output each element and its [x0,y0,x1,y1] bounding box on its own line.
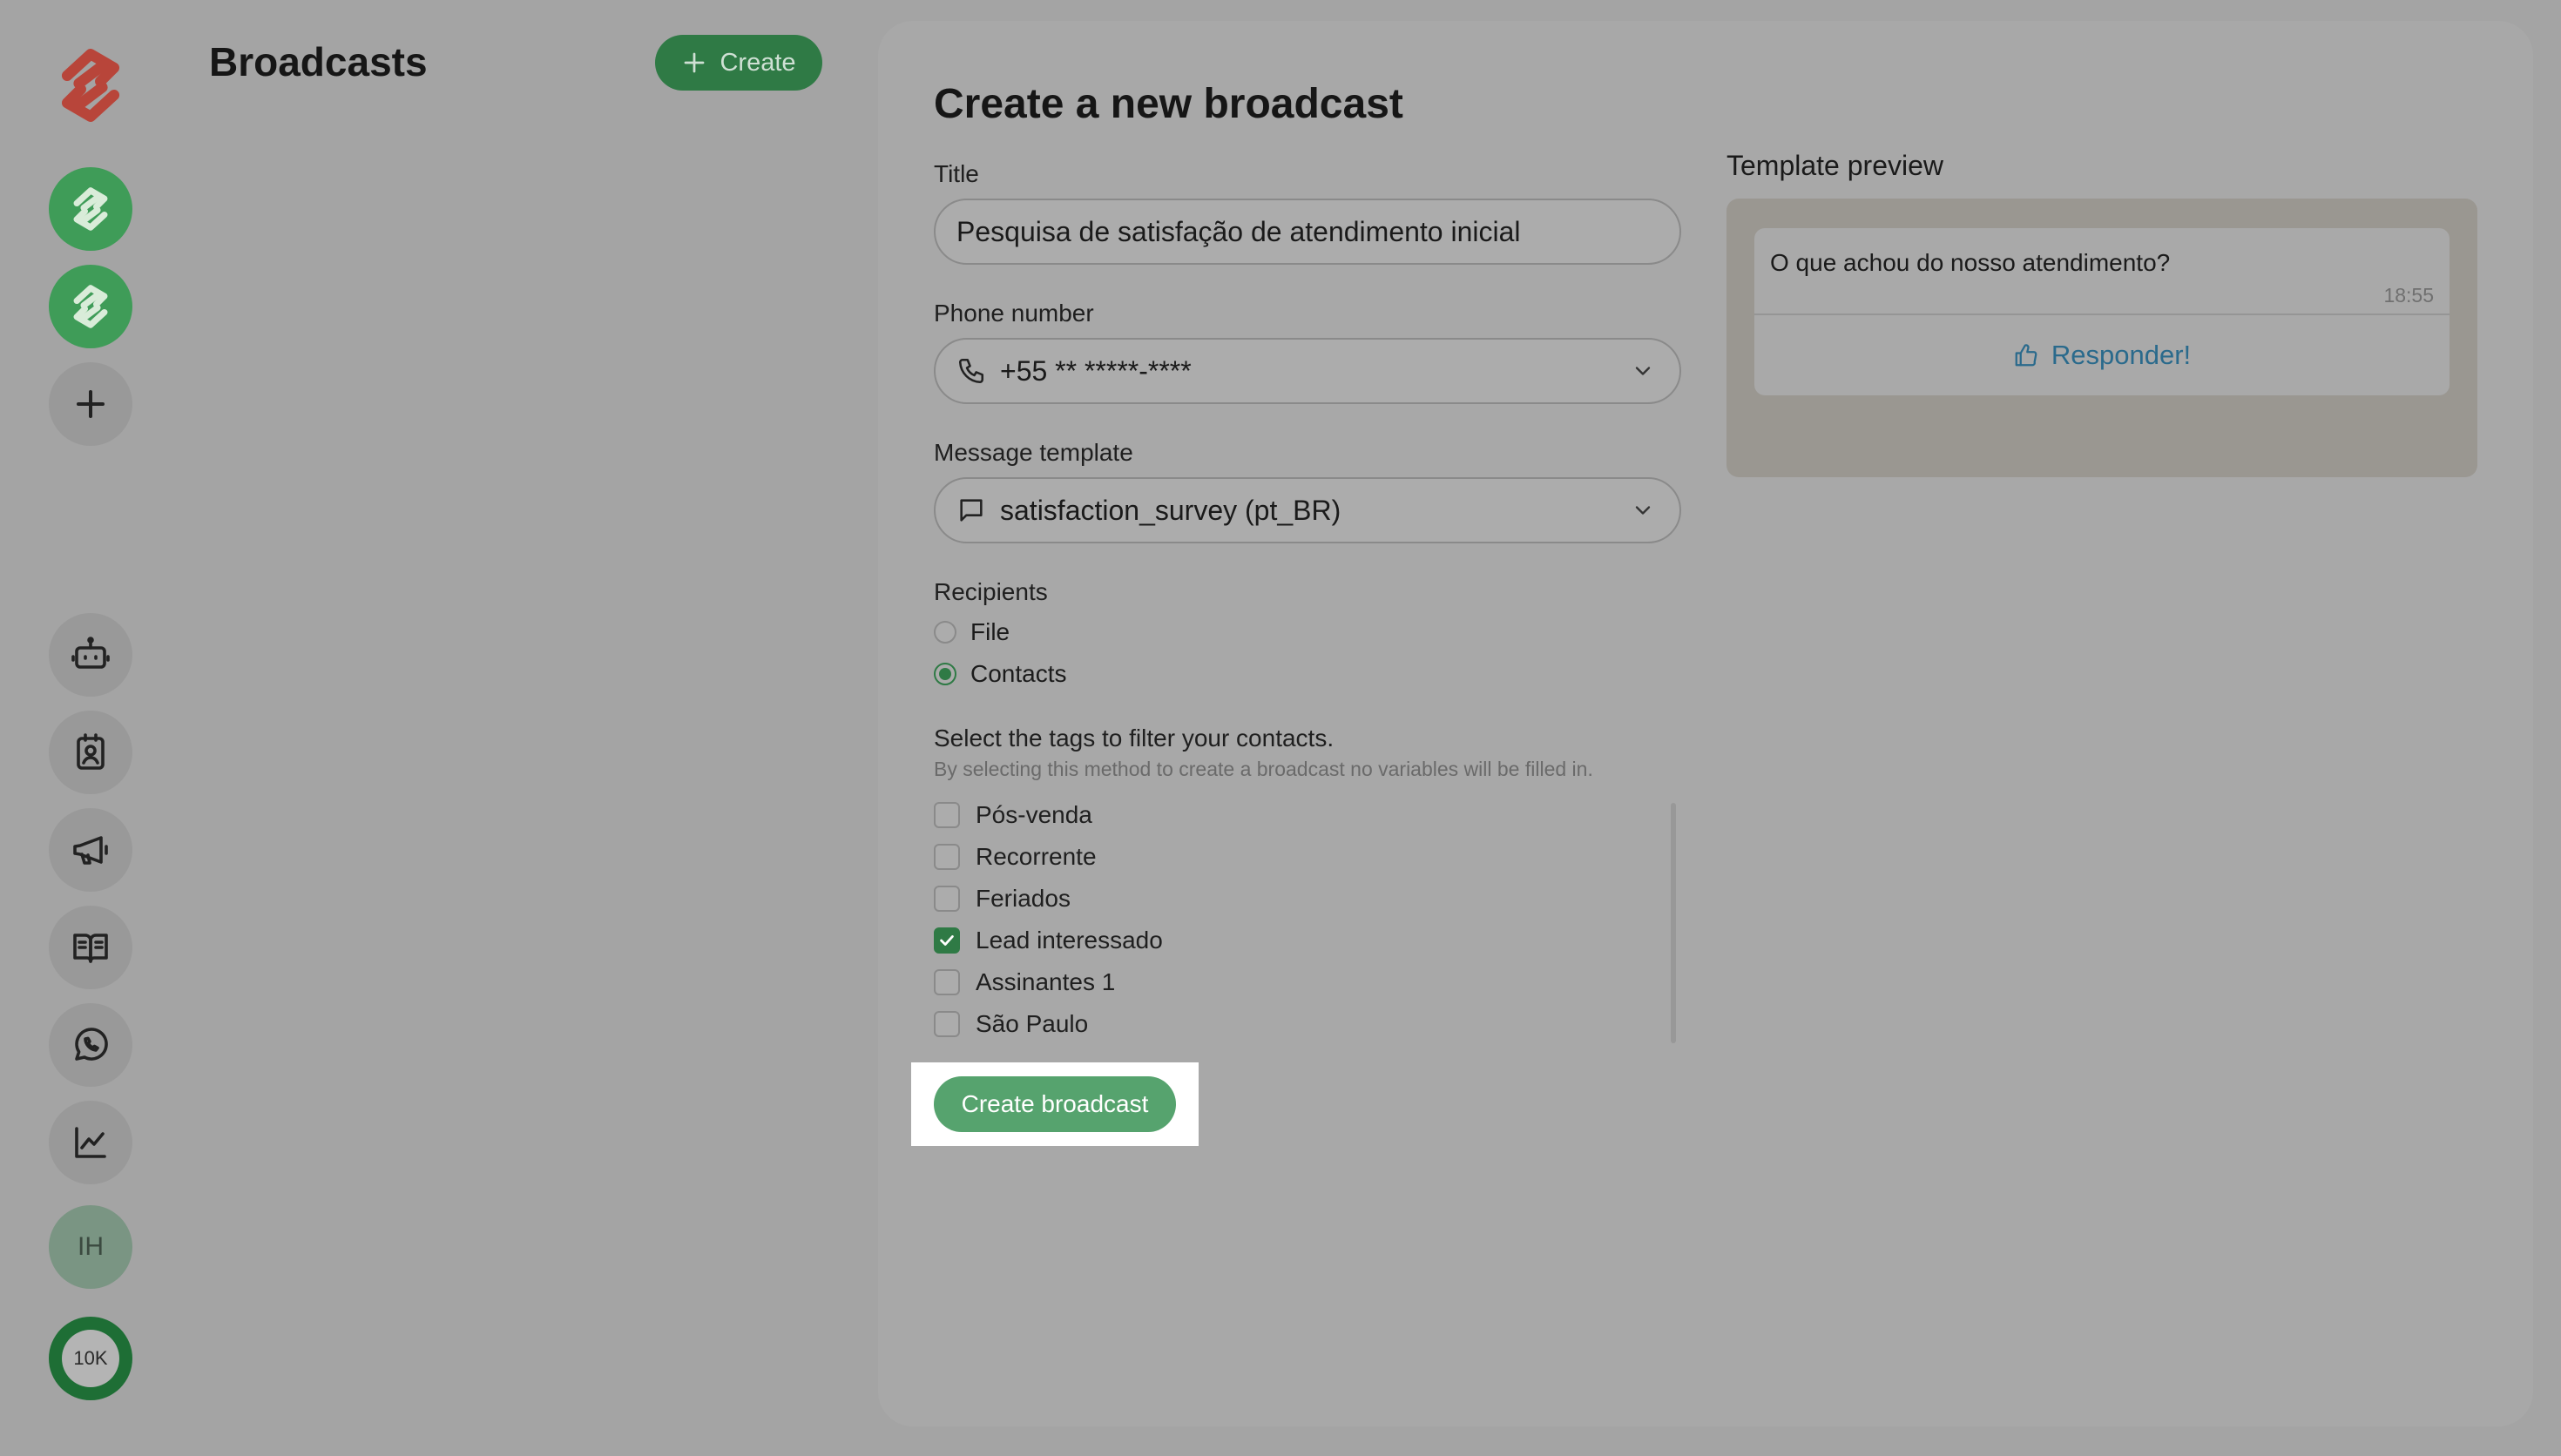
phone-select[interactable]: +55 ** *****-**** [934,338,1681,404]
nav-analytics-button[interactable] [49,1101,132,1184]
whatsapp-icon [75,1028,108,1061]
create-broadcast-list-button[interactable]: Create [655,35,822,91]
template-label: Message template [934,439,1133,466]
workspace-avatar-1[interactable] [49,167,132,251]
phone-select-value: +55 ** *****-**** [1000,354,1192,387]
plus-icon [685,52,705,73]
radio-contacts[interactable] [934,663,956,685]
template-preview: O que achou do nosso atendimento? 18:55 … [1726,199,2477,477]
template-preview-title: Template preview [1726,150,1943,181]
nav-knowledge-button[interactable] [49,906,132,989]
message-square-icon [960,499,983,522]
tag-checkbox[interactable] [934,1011,960,1037]
book-open-icon [73,934,108,963]
brand-logo-icon [61,49,120,122]
tag-item[interactable]: São Paulo [934,1010,1088,1038]
tag-checkbox[interactable] [934,969,960,995]
nav-contacts-button[interactable] [49,711,132,794]
tag-label: Lead interessado [976,927,1163,954]
phone-icon [958,358,984,384]
tag-item[interactable]: Recorrente [934,843,1097,871]
nav-bots-button[interactable] [49,613,132,697]
radio-contacts-label: Contacts [970,660,1067,687]
nav-whatsapp-button[interactable] [49,1003,132,1087]
chevron-down-icon [1635,367,1651,375]
preview-quick-reply-button: Responder! [1754,315,2450,395]
preview-quick-reply-label: Responder! [2051,340,2192,370]
workspace-logo-icon [73,285,108,328]
create-broadcast-panel: Create a new broadcast Title Pesquisa de… [878,21,2533,1426]
recipients-option-file[interactable]: File [934,618,1010,646]
tags-scrollbar[interactable] [1671,803,1676,1043]
title-input-value: Pesquisa de satisfação de atendimento in… [956,215,1521,247]
plus-icon [77,390,105,418]
tag-checkbox[interactable] [934,927,960,954]
tag-item[interactable]: Assinantes 1 [934,968,1115,996]
thumbs-up-icon [2015,344,2037,367]
recipients-label: Recipients [934,578,1048,605]
create-broadcast-button[interactable]: Create broadcast [934,1076,1176,1132]
tag-label: Feriados [976,885,1071,912]
check-icon [940,935,954,946]
tag-label: Pós-venda [976,801,1092,828]
tags-filter-hint: By selecting this method to create a bro… [934,758,1593,780]
preview-message-text: O que achou do nosso atendimento? [1770,249,2171,276]
radio-file-label: File [970,618,1010,645]
template-select-value: satisfaction_survey (pt_BR) [1000,494,1341,526]
title-input[interactable]: Pesquisa de satisfação de atendimento in… [934,199,1681,265]
page-title: Broadcasts [209,39,428,84]
add-workspace-button[interactable] [49,362,132,446]
tag-item[interactable]: Feriados [934,885,1071,913]
tag-checkbox[interactable] [934,886,960,912]
tag-item[interactable]: Lead interessado [934,927,1163,954]
robot-icon [71,637,110,669]
tag-label: Assinantes 1 [976,968,1116,995]
recipients-option-contacts[interactable]: Contacts [934,660,1067,688]
chevron-down-icon [1635,506,1651,515]
credits-badge[interactable]: 10K [49,1317,132,1400]
template-select[interactable]: satisfaction_survey (pt_BR) [934,477,1681,543]
tag-label: São Paulo [976,1010,1089,1037]
contact-card-icon [77,733,105,770]
workspace-avatar-2[interactable] [49,265,132,348]
credits-value: 10K [62,1330,119,1387]
app-logo[interactable] [42,37,139,134]
chart-line-icon [75,1127,106,1158]
create-button-label: Create [720,48,796,77]
tags-filter-title: Select the tags to filter your contacts. [934,725,1335,752]
user-avatar[interactable]: IH [49,1205,132,1289]
tag-label: Recorrente [976,843,1097,870]
preview-message-time: 18:55 [2383,284,2434,307]
tag-checkbox[interactable] [934,844,960,870]
nav-broadcasts-button[interactable] [49,808,132,892]
workspace-logo-icon [73,187,108,231]
megaphone-icon [73,836,108,865]
form-heading: Create a new broadcast [934,81,1403,127]
phone-label: Phone number [934,300,1094,327]
title-label: Title [934,160,979,187]
radio-file[interactable] [934,621,956,644]
tag-item[interactable]: Pós-venda [934,801,1092,829]
preview-message-bubble: O que achou do nosso atendimento? 18:55 … [1754,228,2450,395]
tag-checkbox[interactable] [934,802,960,828]
